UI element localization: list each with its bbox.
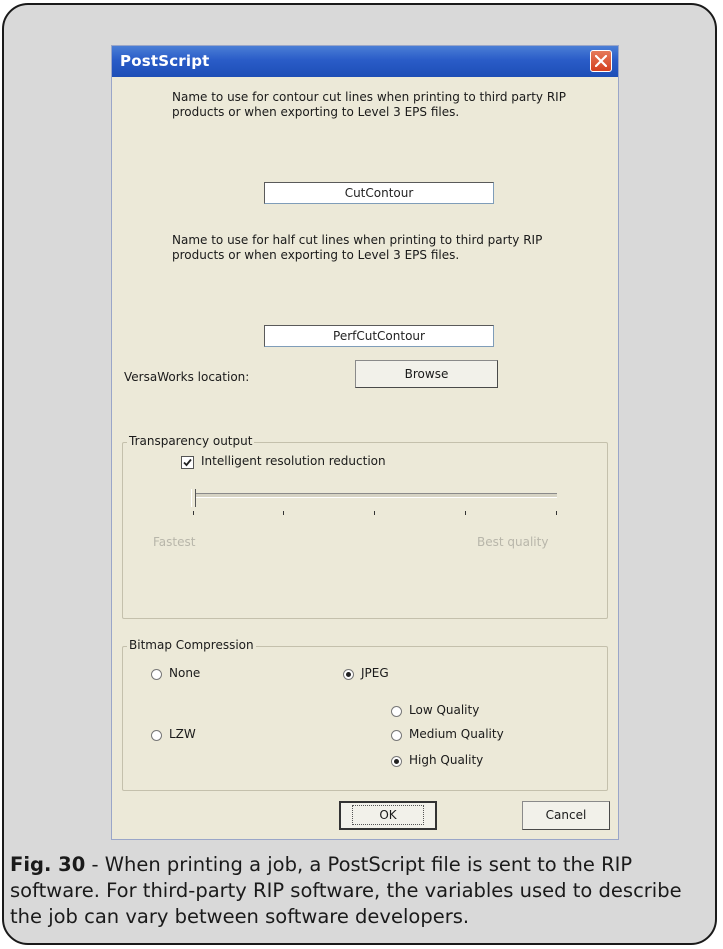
- slider-max-label: Best quality: [477, 535, 549, 549]
- slider-min-label: Fastest: [153, 535, 196, 549]
- radio-lzw-label: LZW: [169, 727, 196, 741]
- bitmap-compression-group: Bitmap Compression None JPEG Low Quality…: [122, 638, 608, 791]
- figure-card: PostScript Name to use for contour cut l…: [2, 3, 717, 945]
- radio-medium-quality[interactable]: [391, 730, 402, 741]
- close-icon: [595, 55, 607, 67]
- slider-tick: [374, 511, 375, 515]
- dialog-title: PostScript: [120, 52, 210, 70]
- intelligent-resolution-label: Intelligent resolution reduction: [201, 454, 386, 468]
- radio-medium-quality-label: Medium Quality: [409, 727, 504, 741]
- radio-low-quality-label: Low Quality: [409, 703, 480, 717]
- radio-high-quality[interactable]: [391, 756, 402, 767]
- radio-jpeg[interactable]: [343, 669, 354, 680]
- radio-low-quality[interactable]: [391, 706, 402, 717]
- checkmark-icon: [183, 458, 192, 467]
- figure-label: Fig. 30: [10, 853, 86, 876]
- postscript-dialog: PostScript Name to use for contour cut l…: [111, 45, 619, 840]
- intelligent-resolution-checkbox[interactable]: [181, 456, 194, 469]
- figure-caption: Fig. 30 - When printing a job, a PostScr…: [10, 852, 715, 930]
- slider-tick: [283, 511, 284, 515]
- quality-slider[interactable]: [191, 489, 563, 519]
- slider-tick: [465, 511, 466, 515]
- slider-tick: [193, 511, 194, 515]
- radio-high-quality-label: High Quality: [409, 753, 484, 767]
- ok-button[interactable]: OK: [339, 801, 437, 830]
- radio-none-label: None: [169, 666, 201, 680]
- radio-none[interactable]: [151, 669, 162, 680]
- versaworks-location-label: VersaWorks location:: [124, 370, 250, 384]
- caption-text: - When printing a job, a PostScript file…: [10, 853, 682, 928]
- contour-description: Name to use for contour cut lines when p…: [172, 90, 566, 119]
- slider-track: [193, 493, 557, 498]
- halfcut-description: Name to use for half cut lines when prin…: [172, 233, 543, 262]
- halfcut-name-input[interactable]: PerfCutContour: [264, 325, 494, 347]
- radio-lzw[interactable]: [151, 730, 162, 741]
- ok-button-label: OK: [352, 805, 424, 825]
- close-button[interactable]: [590, 50, 612, 72]
- bitmap-group-title: Bitmap Compression: [127, 638, 256, 652]
- title-bar[interactable]: PostScript: [112, 46, 618, 77]
- cancel-button[interactable]: Cancel: [522, 801, 610, 830]
- slider-thumb[interactable]: [191, 489, 196, 507]
- transparency-group-title: Transparency output: [127, 434, 255, 448]
- browse-button[interactable]: Browse: [355, 360, 498, 388]
- slider-tick: [556, 511, 557, 515]
- transparency-output-group: Transparency output Intelligent resoluti…: [122, 434, 608, 619]
- radio-jpeg-label: JPEG: [361, 666, 389, 680]
- contour-name-input[interactable]: CutContour: [264, 182, 494, 204]
